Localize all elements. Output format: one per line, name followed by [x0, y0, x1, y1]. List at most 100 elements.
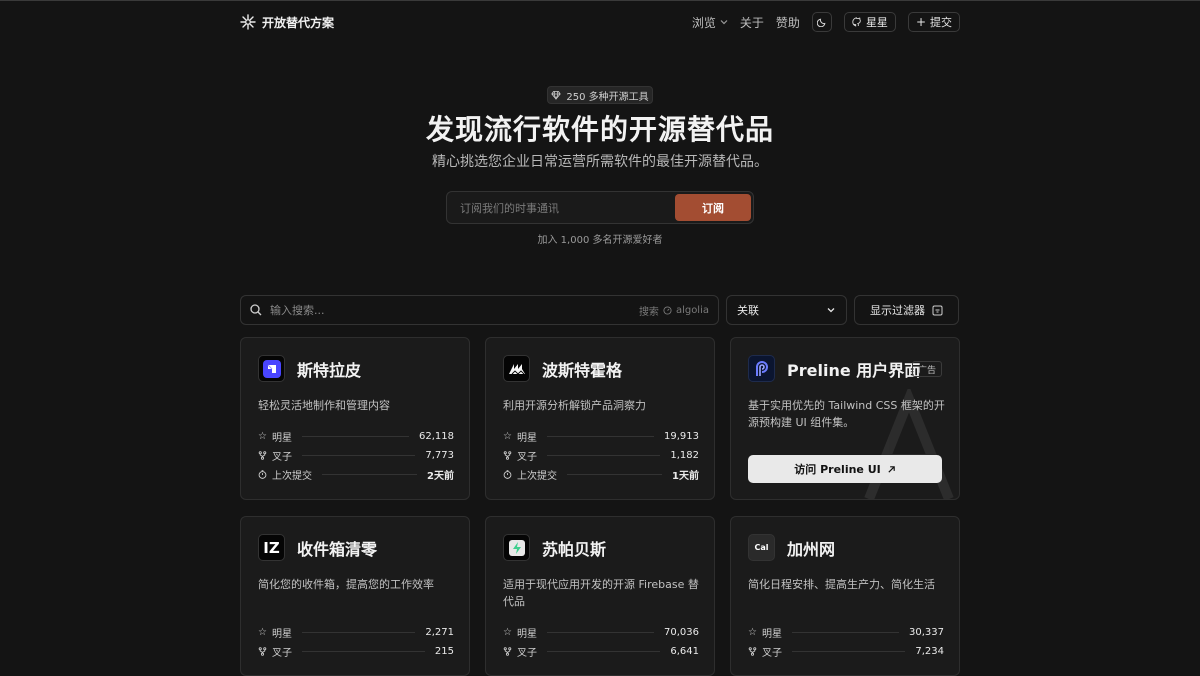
subscribe-button[interactable]: 订阅 [675, 194, 751, 221]
star-icon: ☆ [503, 430, 512, 442]
top-border [0, 0, 1200, 1]
search-by-label: 搜索 [638, 306, 659, 318]
visit-label: 访问 Preline UI [794, 463, 881, 476]
sort-select[interactable]: 关联 [726, 295, 847, 325]
tool-card-supabase[interactable]: 苏帕贝斯 适用于现代应用开发的开源 Firebase 替代品 ☆ 明星 70,03… [485, 516, 715, 676]
stat-label: 叉子 [272, 451, 292, 463]
stat-divider [547, 454, 661, 456]
stat-stars: ☆ 明星 19,913 [503, 429, 699, 444]
nav-about[interactable]: 关于 [740, 14, 764, 31]
arrow-up-right-icon [888, 465, 895, 473]
stat-label: 明星 [271, 432, 292, 444]
stat-stars: ☆ 明星 70,036 [503, 625, 699, 640]
github-stars-button[interactable]: 星星 [843, 12, 896, 32]
stat-stars: ☆ 明星 2,271 [258, 625, 454, 640]
gem-icon [551, 91, 562, 100]
filter-panel-icon [932, 305, 943, 315]
nav-browse-label: 浏览 [691, 15, 716, 30]
tool-name: 加州网 [787, 540, 836, 559]
stat-value: 70,036 [664, 626, 699, 638]
stat-value: 19,913 [664, 430, 699, 442]
badge-text: 250 多种开源工具 [566, 91, 649, 103]
tool-name: 收件箱清零 [297, 540, 378, 559]
theme-toggle-button[interactable] [811, 12, 832, 32]
chevron-down-icon [720, 20, 728, 25]
brand-name: 开放替代方案 [262, 15, 335, 30]
stat-value: 6,641 [670, 645, 699, 657]
tool-description: 简化日程安排、提高生产力、简化生活 [748, 578, 935, 591]
stat-divider [546, 631, 654, 633]
stat-stars: ☆ 明星 62,118 [258, 429, 454, 444]
submit-label: 提交 [930, 16, 952, 29]
tool-description: 适用于现代应用开发的开源 Firebase 替代品 [503, 578, 699, 608]
star-icon: ☆ [748, 626, 757, 638]
stat-divider [792, 650, 906, 652]
stat-value: 2,271 [425, 626, 454, 638]
posthog-logo-icon [503, 355, 530, 382]
cal-logo-text: Cal [754, 543, 769, 552]
stat-divider [791, 631, 899, 633]
main-nav: 浏览 关于 赞助 星星 + 提交 [692, 12, 960, 32]
hero-subtitle: 精心挑选您企业日常运营所需软件的最佳开源替代品。 [432, 154, 768, 170]
stat-label: 上次提交 [517, 470, 557, 482]
fork-icon [258, 450, 267, 460]
search-by-algolia: 搜索 algolia [639, 303, 709, 318]
brand-link[interactable]: 开放替代方案 [240, 14, 334, 31]
brand-logo-icon [240, 14, 256, 30]
fork-icon [748, 646, 757, 656]
fork-icon [503, 646, 512, 656]
stat-label: 明星 [271, 628, 292, 640]
stat-divider [301, 435, 409, 437]
search-box[interactable]: 输入搜索... 搜索 algolia [240, 295, 719, 325]
star-icon: ☆ [258, 626, 267, 638]
inbox-zero-logo-icon: IZ [258, 534, 285, 561]
visit-preline-button[interactable]: 访问 Preline UI [748, 455, 942, 483]
preline-logo-icon [748, 355, 775, 382]
tool-card-cal[interactable]: Cal 加州网 简化日程安排、提高生产力、简化生活 ☆ 明星 30,337 叉子 … [730, 516, 960, 676]
fork-icon [258, 646, 267, 656]
stat-divider [546, 435, 654, 437]
stat-label: 明星 [761, 628, 782, 640]
hero-title: 发现流行软件的开源替代品 [425, 113, 774, 146]
search-input[interactable]: 输入搜索... [270, 302, 639, 318]
tool-card-strapi[interactable]: 斯特拉皮 轻松灵活地制作和管理内容 ☆ 明星 62,118 叉子 7,773 上次… [240, 337, 470, 500]
cal-logo-icon: Cal [748, 534, 775, 561]
nav-browse[interactable]: 浏览 [692, 14, 728, 31]
show-filters-button[interactable]: 显示过滤器 [854, 295, 959, 325]
ad-tag: 广告 [911, 361, 942, 377]
search-icon [250, 304, 262, 316]
sort-value: 关联 [737, 304, 759, 317]
timer-icon [503, 469, 512, 479]
nav-sponsor[interactable]: 赞助 [776, 14, 800, 31]
stat-last-commit: 上次提交 1天前 [503, 467, 699, 482]
stat-value: 62,118 [419, 430, 454, 442]
ad-description: 基于实用优先的 Tailwind CSS 框架的开源预构建 UI 组件集。 [748, 399, 945, 429]
tool-description: 简化您的收件箱，提高您的工作效率 [258, 578, 434, 591]
tool-name: 波斯特霍格 [542, 361, 623, 380]
stat-divider [322, 473, 418, 475]
plus-icon: + [915, 15, 926, 29]
stat-label: 叉子 [517, 451, 537, 463]
algolia-label: algolia [675, 304, 709, 316]
stat-forks: 叉子 7,773 [258, 448, 454, 463]
filters-label: 显示过滤器 [870, 304, 925, 317]
stat-divider [302, 650, 425, 652]
stat-value: 30,337 [909, 626, 944, 638]
ad-name: Preline 用户界面 [787, 361, 921, 380]
join-count-text: 加入 1,000 多名开源爱好者 [537, 235, 663, 246]
tool-card-inbox-zero[interactable]: IZ 收件箱清零 简化您的收件箱，提高您的工作效率 ☆ 明星 2,271 叉子 2… [240, 516, 470, 676]
star-icon: ☆ [258, 430, 267, 442]
newsletter-form: 订阅我们的时事通讯 订阅 [446, 191, 754, 224]
stat-label: 明星 [516, 628, 537, 640]
stat-label: 叉子 [517, 647, 537, 659]
chevron-down-icon [827, 308, 835, 313]
stars-label: 星星 [865, 16, 888, 29]
ad-card-preline[interactable]: Preline 用户界面 广告 基于实用优先的 Tailwind CSS 框架的… [730, 337, 960, 500]
tools-count-badge: 250 多种开源工具 [547, 86, 653, 104]
tool-name: 斯特拉皮 [297, 361, 362, 380]
stat-divider [301, 631, 416, 633]
timer-icon [258, 469, 267, 479]
submit-button[interactable]: + 提交 [907, 12, 960, 32]
newsletter-email-input[interactable]: 订阅我们的时事通讯 [449, 200, 675, 216]
tool-card-posthog[interactable]: 波斯特霍格 利用开源分析解锁产品洞察力 ☆ 明星 19,913 叉子 1,182 … [485, 337, 715, 500]
